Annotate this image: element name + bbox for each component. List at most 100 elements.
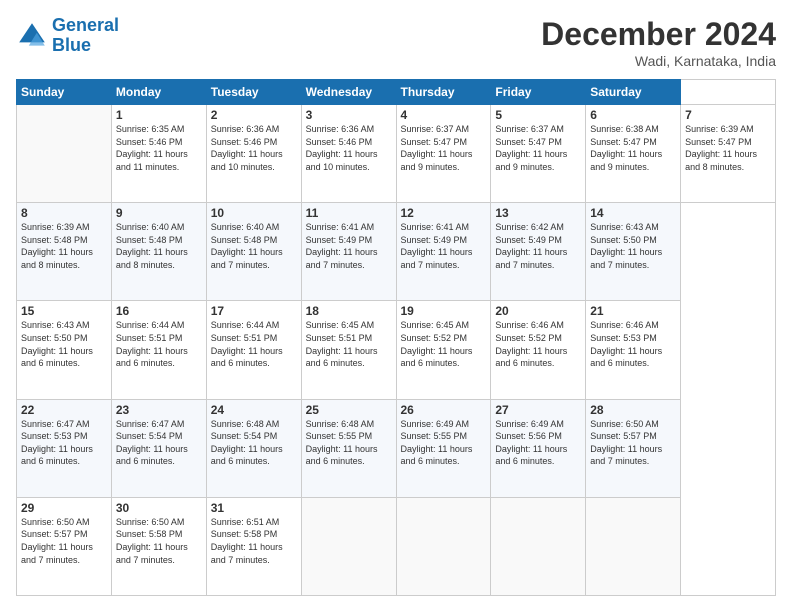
day-number: 18 — [306, 304, 392, 318]
calendar-cell: 22Sunrise: 6:47 AM Sunset: 5:53 PM Dayli… — [17, 399, 112, 497]
day-info: Sunrise: 6:36 AM Sunset: 5:46 PM Dayligh… — [306, 123, 392, 173]
day-info: Sunrise: 6:42 AM Sunset: 5:49 PM Dayligh… — [495, 221, 581, 271]
calendar-cell: 2Sunrise: 6:36 AM Sunset: 5:46 PM Daylig… — [206, 105, 301, 203]
day-info: Sunrise: 6:48 AM Sunset: 5:55 PM Dayligh… — [306, 418, 392, 468]
day-info: Sunrise: 6:47 AM Sunset: 5:53 PM Dayligh… — [21, 418, 107, 468]
calendar-cell: 11Sunrise: 6:41 AM Sunset: 5:49 PM Dayli… — [301, 203, 396, 301]
calendar-cell: 3Sunrise: 6:36 AM Sunset: 5:46 PM Daylig… — [301, 105, 396, 203]
day-number: 17 — [211, 304, 297, 318]
day-info: Sunrise: 6:39 AM Sunset: 5:47 PM Dayligh… — [685, 123, 771, 173]
day-info: Sunrise: 6:37 AM Sunset: 5:47 PM Dayligh… — [401, 123, 487, 173]
day-info: Sunrise: 6:50 AM Sunset: 5:58 PM Dayligh… — [116, 516, 202, 566]
day-number: 28 — [590, 403, 676, 417]
day-info: Sunrise: 6:48 AM Sunset: 5:54 PM Dayligh… — [211, 418, 297, 468]
calendar-cell: 26Sunrise: 6:49 AM Sunset: 5:55 PM Dayli… — [396, 399, 491, 497]
day-info: Sunrise: 6:41 AM Sunset: 5:49 PM Dayligh… — [401, 221, 487, 271]
calendar-cell: 29Sunrise: 6:50 AM Sunset: 5:57 PM Dayli… — [17, 497, 112, 595]
col-sunday: Sunday — [17, 80, 112, 105]
calendar-table: Sunday Monday Tuesday Wednesday Thursday… — [16, 79, 776, 596]
day-number: 5 — [495, 108, 581, 122]
day-number: 29 — [21, 501, 107, 515]
logo-icon — [16, 20, 48, 52]
day-info: Sunrise: 6:43 AM Sunset: 5:50 PM Dayligh… — [590, 221, 676, 271]
day-number: 24 — [211, 403, 297, 417]
calendar-week-3: 22Sunrise: 6:47 AM Sunset: 5:53 PM Dayli… — [17, 399, 776, 497]
calendar-cell — [396, 497, 491, 595]
calendar-cell: 14Sunrise: 6:43 AM Sunset: 5:50 PM Dayli… — [586, 203, 681, 301]
day-info: Sunrise: 6:41 AM Sunset: 5:49 PM Dayligh… — [306, 221, 392, 271]
calendar-cell: 30Sunrise: 6:50 AM Sunset: 5:58 PM Dayli… — [111, 497, 206, 595]
col-tuesday: Tuesday — [206, 80, 301, 105]
day-number: 3 — [306, 108, 392, 122]
calendar-cell — [586, 497, 681, 595]
day-number: 12 — [401, 206, 487, 220]
day-number: 4 — [401, 108, 487, 122]
col-saturday: Saturday — [586, 80, 681, 105]
day-number: 27 — [495, 403, 581, 417]
calendar-week-1: 8Sunrise: 6:39 AM Sunset: 5:48 PM Daylig… — [17, 203, 776, 301]
day-info: Sunrise: 6:46 AM Sunset: 5:52 PM Dayligh… — [495, 319, 581, 369]
day-number: 23 — [116, 403, 202, 417]
day-number: 31 — [211, 501, 297, 515]
day-number: 9 — [116, 206, 202, 220]
calendar-cell: 25Sunrise: 6:48 AM Sunset: 5:55 PM Dayli… — [301, 399, 396, 497]
calendar-cell — [17, 105, 112, 203]
day-info: Sunrise: 6:49 AM Sunset: 5:55 PM Dayligh… — [401, 418, 487, 468]
calendar-cell: 1Sunrise: 6:35 AM Sunset: 5:46 PM Daylig… — [111, 105, 206, 203]
calendar-cell: 28Sunrise: 6:50 AM Sunset: 5:57 PM Dayli… — [586, 399, 681, 497]
col-monday: Monday — [111, 80, 206, 105]
day-info: Sunrise: 6:36 AM Sunset: 5:46 PM Dayligh… — [211, 123, 297, 173]
calendar-cell: 27Sunrise: 6:49 AM Sunset: 5:56 PM Dayli… — [491, 399, 586, 497]
calendar-cell: 12Sunrise: 6:41 AM Sunset: 5:49 PM Dayli… — [396, 203, 491, 301]
day-info: Sunrise: 6:40 AM Sunset: 5:48 PM Dayligh… — [116, 221, 202, 271]
day-number: 16 — [116, 304, 202, 318]
day-number: 22 — [21, 403, 107, 417]
logo: General Blue — [16, 16, 119, 56]
calendar-cell: 17Sunrise: 6:44 AM Sunset: 5:51 PM Dayli… — [206, 301, 301, 399]
day-number: 30 — [116, 501, 202, 515]
calendar-week-2: 15Sunrise: 6:43 AM Sunset: 5:50 PM Dayli… — [17, 301, 776, 399]
calendar-cell: 7Sunrise: 6:39 AM Sunset: 5:47 PM Daylig… — [681, 105, 776, 203]
calendar-cell: 6Sunrise: 6:38 AM Sunset: 5:47 PM Daylig… — [586, 105, 681, 203]
calendar-week-4: 29Sunrise: 6:50 AM Sunset: 5:57 PM Dayli… — [17, 497, 776, 595]
day-number: 7 — [685, 108, 771, 122]
day-info: Sunrise: 6:43 AM Sunset: 5:50 PM Dayligh… — [21, 319, 107, 369]
calendar-cell: 19Sunrise: 6:45 AM Sunset: 5:52 PM Dayli… — [396, 301, 491, 399]
calendar-cell: 8Sunrise: 6:39 AM Sunset: 5:48 PM Daylig… — [17, 203, 112, 301]
day-info: Sunrise: 6:47 AM Sunset: 5:54 PM Dayligh… — [116, 418, 202, 468]
day-number: 25 — [306, 403, 392, 417]
location: Wadi, Karnataka, India — [541, 53, 776, 69]
calendar-cell: 13Sunrise: 6:42 AM Sunset: 5:49 PM Dayli… — [491, 203, 586, 301]
calendar-cell — [301, 497, 396, 595]
title-area: December 2024 Wadi, Karnataka, India — [541, 16, 776, 69]
col-thursday: Thursday — [396, 80, 491, 105]
calendar-cell: 15Sunrise: 6:43 AM Sunset: 5:50 PM Dayli… — [17, 301, 112, 399]
day-info: Sunrise: 6:51 AM Sunset: 5:58 PM Dayligh… — [211, 516, 297, 566]
day-info: Sunrise: 6:49 AM Sunset: 5:56 PM Dayligh… — [495, 418, 581, 468]
day-number: 19 — [401, 304, 487, 318]
calendar-cell: 23Sunrise: 6:47 AM Sunset: 5:54 PM Dayli… — [111, 399, 206, 497]
day-number: 21 — [590, 304, 676, 318]
day-number: 13 — [495, 206, 581, 220]
day-info: Sunrise: 6:50 AM Sunset: 5:57 PM Dayligh… — [21, 516, 107, 566]
day-number: 6 — [590, 108, 676, 122]
day-info: Sunrise: 6:38 AM Sunset: 5:47 PM Dayligh… — [590, 123, 676, 173]
calendar-cell: 4Sunrise: 6:37 AM Sunset: 5:47 PM Daylig… — [396, 105, 491, 203]
calendar-cell: 18Sunrise: 6:45 AM Sunset: 5:51 PM Dayli… — [301, 301, 396, 399]
day-info: Sunrise: 6:44 AM Sunset: 5:51 PM Dayligh… — [116, 319, 202, 369]
day-number: 11 — [306, 206, 392, 220]
calendar-cell: 20Sunrise: 6:46 AM Sunset: 5:52 PM Dayli… — [491, 301, 586, 399]
day-info: Sunrise: 6:50 AM Sunset: 5:57 PM Dayligh… — [590, 418, 676, 468]
calendar-cell: 16Sunrise: 6:44 AM Sunset: 5:51 PM Dayli… — [111, 301, 206, 399]
calendar-cell: 9Sunrise: 6:40 AM Sunset: 5:48 PM Daylig… — [111, 203, 206, 301]
month-title: December 2024 — [541, 16, 776, 53]
header-row: Sunday Monday Tuesday Wednesday Thursday… — [17, 80, 776, 105]
day-number: 15 — [21, 304, 107, 318]
day-info: Sunrise: 6:46 AM Sunset: 5:53 PM Dayligh… — [590, 319, 676, 369]
calendar-cell — [491, 497, 586, 595]
day-info: Sunrise: 6:45 AM Sunset: 5:52 PM Dayligh… — [401, 319, 487, 369]
col-friday: Friday — [491, 80, 586, 105]
day-number: 20 — [495, 304, 581, 318]
logo-text: General Blue — [52, 16, 119, 56]
calendar-cell: 5Sunrise: 6:37 AM Sunset: 5:47 PM Daylig… — [491, 105, 586, 203]
